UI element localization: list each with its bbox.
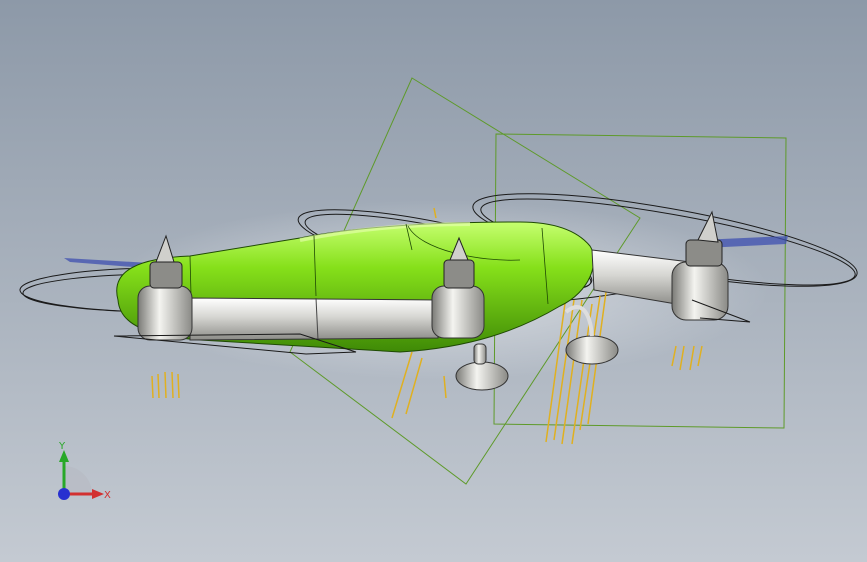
motor-front-left [137, 285, 193, 341]
motor-front-right [431, 285, 485, 339]
drone-model[interactable] [0, 0, 867, 562]
x-axis-arrow-icon [92, 489, 104, 499]
motor-rear [671, 261, 729, 321]
x-axis-label: X [104, 490, 111, 501]
y-axis-label: Y [58, 441, 66, 452]
graphics-viewport[interactable]: Y X [0, 0, 867, 562]
front-arm [189, 297, 439, 341]
coordinate-triad[interactable]: Y X [40, 436, 120, 516]
z-axis-dot-icon [58, 488, 70, 500]
